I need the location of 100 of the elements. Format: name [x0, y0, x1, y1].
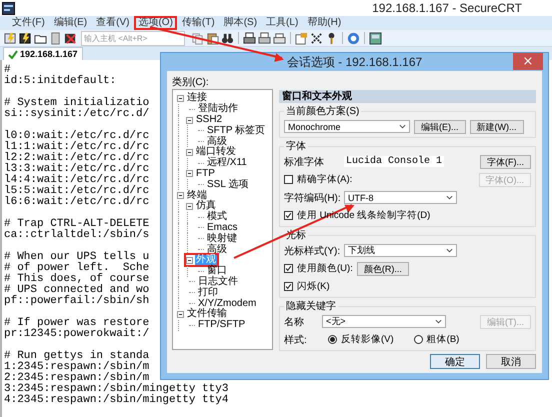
terminal-line: 2:2345:respawn:/sbin/m: [4, 373, 150, 384]
color-button[interactable]: 颜色(R)...: [356, 262, 409, 276]
collapse-icon[interactable]: [177, 94, 184, 102]
font-field: Lucida Console 1: [344, 156, 444, 167]
collapse-icon[interactable]: [177, 310, 184, 318]
dialog-button[interactable]: 取消: [486, 354, 536, 369]
group-label: 当前颜色方案(S): [285, 106, 360, 117]
tree-item[interactable]: 文件传输: [186, 309, 228, 320]
printer-icon[interactable]: [243, 32, 256, 45]
tree-item[interactable]: 映射键: [206, 234, 238, 244]
checkbox[interactable]: [284, 175, 293, 184]
session-tab[interactable]: 192.168.1.167: [3, 47, 83, 60]
collapse-icon[interactable]: [186, 256, 193, 264]
encoding-dropdown[interactable]: UTF-8: [344, 191, 457, 204]
close-button[interactable]: ×: [513, 53, 543, 70]
tree-item[interactable]: FTP/SFTP: [197, 320, 246, 330]
cursor-style-dropdown[interactable]: 下划线: [344, 244, 457, 257]
host-field[interactable]: 输入主机 <Alt+R>: [81, 30, 185, 46]
tab-label: 192.168.1.167: [20, 49, 78, 59]
scheme-dropdown[interactable]: Monochrome: [284, 120, 410, 133]
tree-item[interactable]: SFTP 标签页: [206, 126, 266, 136]
copy-icon[interactable]: [191, 32, 204, 45]
dialog-button[interactable]: 确定: [430, 354, 480, 369]
lightning-icon[interactable]: [19, 32, 32, 45]
terminal-line: # Trap CTRL-ALT-DELETE: [4, 219, 150, 230]
terminal-line: si::sysinit:/etc/rc.d/: [4, 109, 150, 120]
terminal-line: l6:6:wait:/etc/rc.d/rc: [4, 197, 150, 208]
binoculars-icon[interactable]: [221, 32, 234, 45]
tree-item[interactable]: 窗口: [206, 266, 228, 276]
collapse-icon[interactable]: [186, 170, 193, 178]
checkbox[interactable]: [284, 282, 293, 291]
tree-item[interactable]: 连接: [186, 93, 208, 104]
tree-item[interactable]: Emacs: [206, 222, 239, 233]
radio-button[interactable]: [328, 335, 337, 344]
tree-item[interactable]: 登陆动作: [197, 104, 239, 114]
printer-icon[interactable]: [273, 32, 286, 45]
terminal-line: 4:2345:respawn:/sbin/mingetty tty4: [4, 395, 228, 406]
tree-item[interactable]: 模式: [206, 212, 228, 222]
tree-item[interactable]: 高级: [206, 136, 228, 147]
checkbox[interactable]: [284, 264, 293, 273]
terminal-line: #: [4, 65, 11, 76]
app-icon: [2, 2, 15, 15]
tree-item[interactable]: FTP: [195, 168, 216, 179]
tree-item[interactable]: 打印: [197, 288, 219, 298]
disconnect-icon[interactable]: [64, 32, 77, 45]
checkbox-label: 闪烁(K): [297, 280, 330, 293]
caret-icon: [446, 248, 453, 253]
menu-item[interactable]: 文件(F): [8, 16, 49, 30]
category-label: 类别(C):: [172, 77, 210, 89]
tree-item[interactable]: 高级: [206, 244, 228, 255]
field-label: 样式:: [284, 334, 308, 346]
terminal-line: ca::ctrlaltdel:/sbin/s: [4, 230, 150, 241]
tree-item[interactable]: X/Y/Zmodem: [197, 298, 258, 309]
tree-item[interactable]: 终端: [186, 190, 208, 201]
monitor-icon[interactable]: [369, 32, 382, 45]
tree-item[interactable]: SSL 选项: [206, 180, 250, 190]
printer-icon[interactable]: [258, 32, 271, 45]
collapse-icon[interactable]: [177, 192, 184, 200]
terminal-line: # of power left. Sche: [4, 263, 150, 274]
terminal-line: # When our UPS tells u: [4, 252, 150, 263]
collapse-icon[interactable]: [186, 116, 193, 124]
terminal-line: id:5:initdefault:: [4, 76, 116, 87]
help-icon[interactable]: [347, 32, 360, 45]
clipboard-icon[interactable]: [206, 32, 219, 45]
collapse-icon[interactable]: [186, 202, 193, 210]
scheme-button[interactable]: 编辑(E)...: [414, 120, 466, 134]
terminal-line: # System initializatio: [4, 98, 150, 109]
tree-item[interactable]: 仿真: [195, 201, 217, 212]
keyword-dropdown[interactable]: <无>: [322, 315, 446, 328]
radio-button[interactable]: [414, 335, 423, 344]
terminal-line: l0:0:wait:/etc/rc.d/rc: [4, 131, 150, 142]
group-label: 隐藏关键字: [285, 301, 337, 312]
window-title: 192.168.1.167 - SecureCRT: [372, 1, 522, 16]
tree-item[interactable]: 日志文件: [197, 276, 239, 287]
menu-item[interactable]: 脚本(S): [220, 16, 262, 30]
lightning-icon[interactable]: [4, 32, 17, 45]
checkbox-label: 精确字体(A):: [297, 173, 352, 186]
menu-item[interactable]: 编辑(E): [50, 16, 92, 30]
terminal-line: l3:3:wait:/etc/rc.d/rc: [4, 164, 150, 175]
field-label: 光标样式(Y):: [284, 244, 340, 258]
menu-item[interactable]: 查看(V): [92, 16, 134, 30]
terminal-line: l4:4:wait:/etc/rc.d/rc: [4, 175, 150, 186]
document-icon[interactable]: [49, 32, 62, 45]
tree-item[interactable]: SSH2: [195, 115, 224, 125]
terminal-line: l1:1:wait:/etc/rc.d/rc: [4, 142, 150, 153]
tree-item[interactable]: 端口转发: [195, 147, 237, 158]
checkbox[interactable]: [284, 211, 293, 220]
terminal-line: # UPS connected and wo: [4, 285, 150, 296]
scheme-button[interactable]: 新建(W)...: [470, 120, 524, 134]
field-label: 字符编码(H):: [284, 192, 340, 204]
menu-item[interactable]: 帮助(H): [303, 16, 346, 30]
terminal-line: # Run gettys in standa: [4, 351, 150, 362]
terminal-line: 3:2345:respawn:/sbin/mingetty tty3: [4, 384, 228, 395]
collapse-icon[interactable]: [186, 148, 193, 156]
checkbox-label: 使用颜色(U):: [297, 262, 353, 275]
tree-item[interactable]: 远程/X11: [206, 158, 248, 168]
font-button[interactable]: 字体(F)...: [480, 154, 531, 168]
menu-item[interactable]: 工具(L): [262, 16, 302, 30]
menu-item[interactable]: 传输(T): [178, 16, 219, 30]
terminal-line: # If power was restore: [4, 318, 150, 329]
